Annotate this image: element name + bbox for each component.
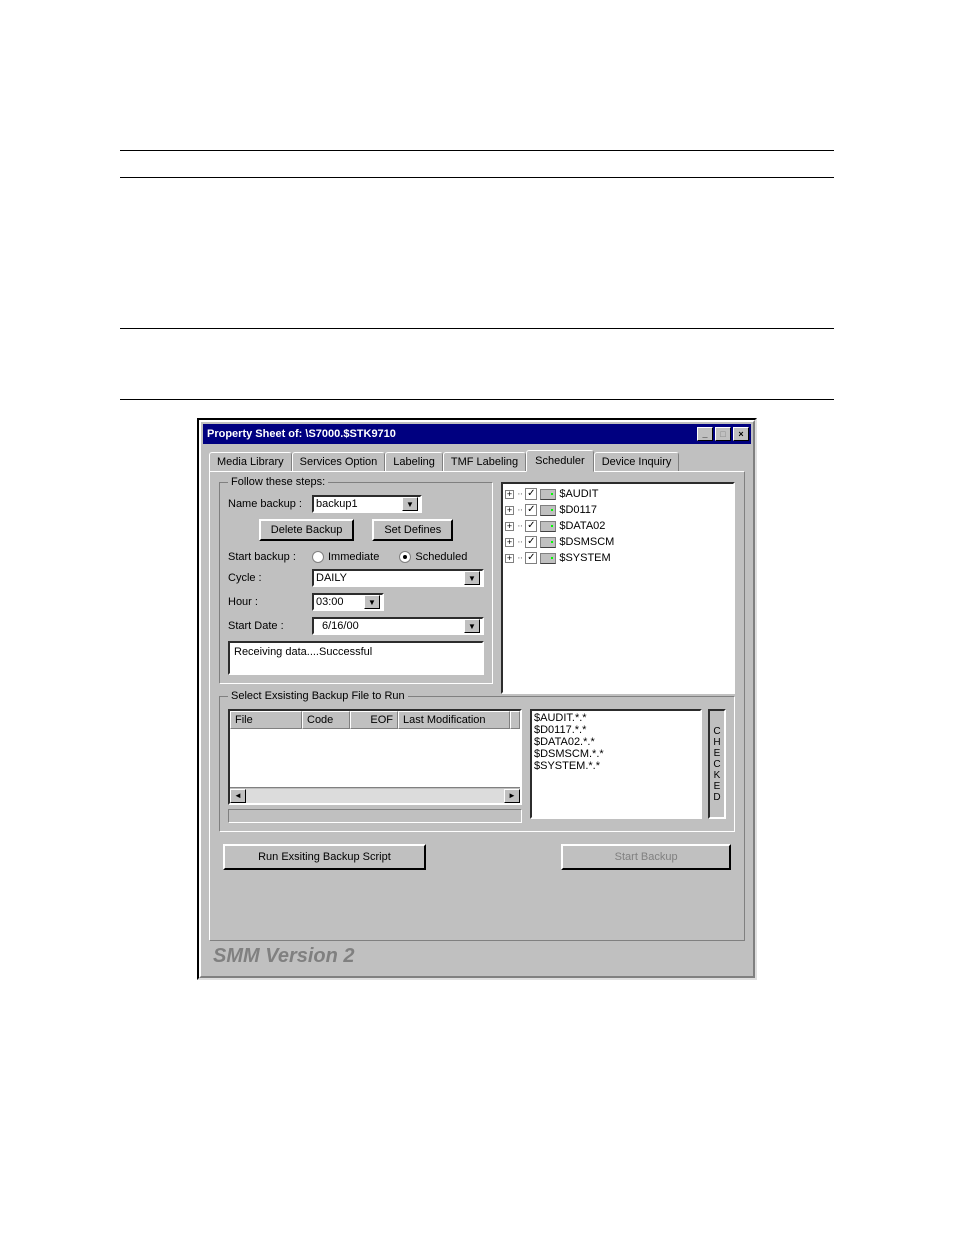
select-backup-group: Select Exsisting Backup File to Run File… (219, 696, 735, 832)
start-backup-button: Start Backup (561, 844, 731, 870)
tree-item-label: $DSMSCM (559, 536, 614, 548)
col-eof[interactable]: EOF (350, 711, 398, 729)
cycle-label: Cycle : (228, 572, 306, 584)
chevron-down-icon[interactable]: ▼ (364, 595, 380, 609)
follow-steps-legend: Follow these steps: (228, 476, 328, 488)
drive-icon (540, 521, 556, 532)
drive-icon (540, 537, 556, 548)
delete-backup-button[interactable]: Delete Backup (259, 519, 355, 541)
tree-item[interactable]: +··✓$D0117 (505, 502, 731, 518)
tree-item[interactable]: +··✓$AUDIT (505, 486, 731, 502)
drive-icon (540, 505, 556, 516)
volume-tree[interactable]: +··✓$AUDIT+··✓$D0117+··✓$DATA02+··✓$DSMS… (501, 482, 735, 694)
expand-icon[interactable]: + (505, 554, 514, 563)
cycle-combo[interactable]: DAILY ▼ (312, 569, 484, 587)
tab-tmf-labeling[interactable]: TMF Labeling (443, 452, 526, 471)
expand-icon[interactable]: + (505, 506, 514, 515)
tab-device-inquiry[interactable]: Device Inquiry (594, 452, 680, 471)
window-title: Property Sheet of: \S7000.$STK9710 (207, 428, 695, 440)
col-last-mod[interactable]: Last Modification (398, 711, 510, 729)
list-item[interactable]: $DSMSCM.*.* (534, 748, 698, 760)
tree-item-label: $D0117 (559, 504, 597, 516)
checkbox[interactable]: ✓ (525, 504, 537, 516)
select-backup-legend: Select Exsisting Backup File to Run (228, 690, 408, 702)
tabs: Media Library Services Option Labeling T… (209, 450, 745, 471)
run-existing-script-button[interactable]: Run Exsiting Backup Script (223, 844, 426, 870)
drive-icon (540, 553, 556, 564)
h-scrollbar[interactable]: ◄ ► (230, 787, 520, 803)
maximize-button: □ (715, 427, 731, 441)
titlebar[interactable]: Property Sheet of: \S7000.$STK9710 _ □ × (203, 424, 751, 444)
tree-item-label: $SYSTEM (559, 552, 610, 564)
checkbox[interactable]: ✓ (525, 536, 537, 548)
list-item[interactable]: $AUDIT.*.* (534, 712, 698, 724)
drive-icon (540, 489, 556, 500)
col-spacer (510, 711, 520, 729)
chevron-down-icon[interactable]: ▼ (402, 497, 418, 511)
tree-item[interactable]: +··✓$DATA02 (505, 518, 731, 534)
hour-label: Hour : (228, 596, 306, 608)
checkbox[interactable]: ✓ (525, 520, 537, 532)
follow-steps-group: Follow these steps: Name backup : backup… (219, 482, 493, 684)
scheduler-panel: Follow these steps: Name backup : backup… (209, 471, 745, 941)
radio-scheduled[interactable]: Scheduled (399, 551, 467, 563)
name-backup-label: Name backup : (228, 498, 306, 510)
col-file[interactable]: File (230, 711, 302, 729)
tab-scheduler[interactable]: Scheduler (526, 450, 594, 472)
radio-immediate[interactable]: Immediate (312, 551, 379, 563)
tree-item-label: $AUDIT (559, 488, 598, 500)
minimize-button[interactable]: _ (697, 427, 713, 441)
list-item[interactable]: $DATA02.*.* (534, 736, 698, 748)
expand-icon[interactable]: + (505, 490, 514, 499)
status-box: Receiving data....Successful (228, 641, 484, 675)
scroll-left-icon[interactable]: ◄ (230, 789, 246, 803)
checkbox[interactable]: ✓ (525, 488, 537, 500)
brand-label: SMM Version 2 (209, 941, 745, 968)
checked-list[interactable]: $AUDIT.*.*$D0117.*.*$DATA02.*.*$DSMSCM.*… (530, 709, 702, 819)
start-date-label: Start Date : (228, 620, 306, 632)
checkbox[interactable]: ✓ (525, 552, 537, 564)
start-date-combo[interactable]: 6/16/00 ▼ (312, 617, 484, 635)
set-defines-button[interactable]: Set Defines (372, 519, 453, 541)
hour-combo[interactable]: 03:00 ▼ (312, 593, 384, 611)
close-button[interactable]: × (733, 427, 749, 441)
checked-vertical-label: CHECKED (708, 709, 726, 819)
tree-item[interactable]: +··✓$DSMSCM (505, 534, 731, 550)
tab-services-option[interactable]: Services Option (292, 452, 386, 471)
chevron-down-icon[interactable]: ▼ (464, 571, 480, 585)
expand-icon[interactable]: + (505, 538, 514, 547)
tab-media-library[interactable]: Media Library (209, 452, 292, 471)
backup-file-list[interactable]: File Code EOF Last Modification ◄ (228, 709, 522, 805)
scroll-right-icon[interactable]: ► (504, 789, 520, 803)
list-item[interactable]: $SYSTEM.*.* (534, 760, 698, 772)
name-backup-combo[interactable]: backup1 ▼ (312, 495, 422, 513)
tab-labeling[interactable]: Labeling (385, 452, 443, 471)
list-item[interactable]: $D0117.*.* (534, 724, 698, 736)
tree-item-label: $DATA02 (559, 520, 605, 532)
chevron-down-icon[interactable]: ▼ (464, 619, 480, 633)
tree-item[interactable]: +··✓$SYSTEM (505, 550, 731, 566)
status-strip (228, 809, 522, 823)
start-backup-label: Start backup : (228, 551, 306, 563)
expand-icon[interactable]: + (505, 522, 514, 531)
property-sheet-window: Property Sheet of: \S7000.$STK9710 _ □ ×… (197, 418, 757, 980)
col-code[interactable]: Code (302, 711, 350, 729)
